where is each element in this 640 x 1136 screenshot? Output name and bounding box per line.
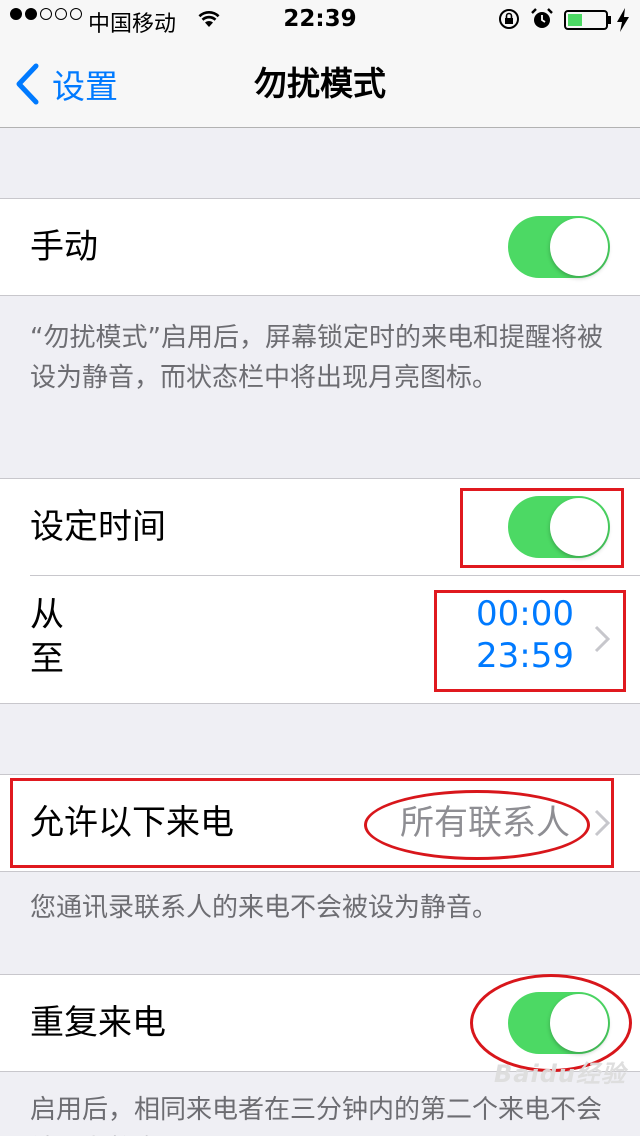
manual-label: 手动 [30,227,98,267]
scheduled-label: 设定时间 [30,507,166,547]
schedule-labels: 从 至 [30,593,64,681]
manual-toggle[interactable] [508,216,610,278]
annotation-box-scheduled-toggle [460,488,624,568]
to-label: 至 [30,639,64,679]
manual-group: 手动 [0,198,640,296]
navigation-bar: 设置 勿扰模式 [0,40,640,128]
page-title: 勿扰模式 [254,64,386,103]
toggle-knob [550,218,608,276]
repeated-calls-label: 重复来电 [30,1003,166,1043]
annotation-box-schedule-times [434,590,626,692]
charging-bolt-icon [617,8,629,32]
repeated-calls-footnote: 启用后，相同来电者在三分钟内的第二个来电不会被设为静音。 [30,1095,603,1136]
alarm-icon [531,8,553,28]
annotation-ellipse-all-contacts [364,790,590,860]
baidu-watermark: Baidu经验 [494,1060,626,1088]
from-label: 从 [30,595,64,635]
allow-calls-footnote: 您通讯录联系人的来电不会被设为静音。 [30,893,499,923]
rotation-lock-icon [499,9,519,29]
battery-icon [564,10,611,30]
manual-cell: 手动 [0,199,640,295]
manual-footnote: “勿扰模式”启用后，屏幕锁定时的来电和提醒将被设为静音，而状态栏中将出现月亮图标… [30,323,603,393]
status-bar: 中国移动 22:39 [0,0,640,40]
